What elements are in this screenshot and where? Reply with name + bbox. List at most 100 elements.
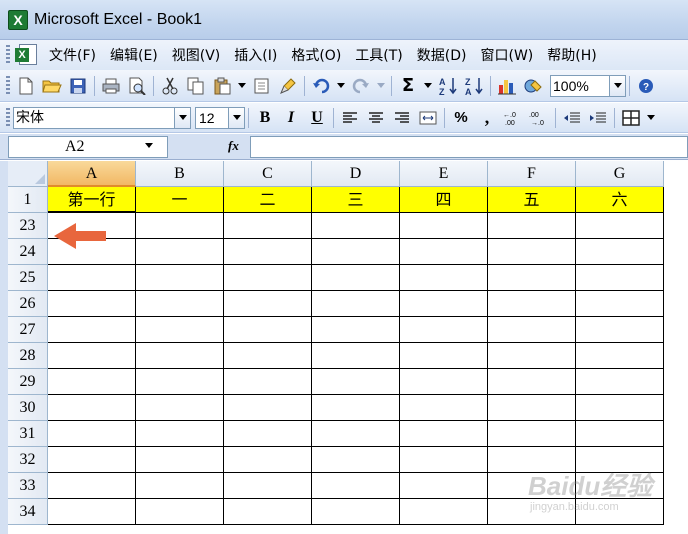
cell-c32[interactable] bbox=[224, 447, 312, 473]
cell-g23[interactable] bbox=[576, 213, 664, 239]
save-icon[interactable] bbox=[67, 75, 89, 97]
name-box[interactable]: A2 bbox=[8, 136, 168, 158]
cell-f24[interactable] bbox=[488, 239, 576, 265]
cell-a28[interactable] bbox=[48, 343, 136, 369]
cell-f26[interactable] bbox=[488, 291, 576, 317]
cell-e28[interactable] bbox=[400, 343, 488, 369]
redo-dropdown-arrow-icon[interactable] bbox=[377, 83, 385, 88]
cell-g31[interactable] bbox=[576, 421, 664, 447]
cell-d32[interactable] bbox=[312, 447, 400, 473]
cell-b32[interactable] bbox=[136, 447, 224, 473]
cell-c31[interactable] bbox=[224, 421, 312, 447]
autosum-icon[interactable]: Σ bbox=[397, 75, 419, 97]
cell-e24[interactable] bbox=[400, 239, 488, 265]
merge-center-icon[interactable] bbox=[417, 107, 439, 129]
cell-b30[interactable] bbox=[136, 395, 224, 421]
cell-g25[interactable] bbox=[576, 265, 664, 291]
toolbar-grip-handle[interactable] bbox=[6, 107, 10, 128]
row-header-33[interactable]: 33 bbox=[8, 473, 48, 499]
cell-g1[interactable]: 六 bbox=[576, 187, 664, 213]
cell-f29[interactable] bbox=[488, 369, 576, 395]
cell-b27[interactable] bbox=[136, 317, 224, 343]
cell-e29[interactable] bbox=[400, 369, 488, 395]
row-header-1[interactable]: 1 bbox=[8, 187, 48, 213]
menu-data[interactable]: 数据(D) bbox=[417, 45, 467, 65]
underline-button[interactable]: U bbox=[305, 107, 329, 129]
cut-icon[interactable] bbox=[159, 75, 181, 97]
cell-g30[interactable] bbox=[576, 395, 664, 421]
cell-d31[interactable] bbox=[312, 421, 400, 447]
cell-a32[interactable] bbox=[48, 447, 136, 473]
workbook-icon[interactable]: X bbox=[13, 43, 39, 67]
menubar-grip-handle[interactable] bbox=[6, 45, 10, 65]
column-header-f[interactable]: F bbox=[488, 161, 576, 187]
row-header-32[interactable]: 32 bbox=[8, 447, 48, 473]
open-folder-icon[interactable] bbox=[41, 75, 63, 97]
row-header-28[interactable]: 28 bbox=[8, 343, 48, 369]
column-header-g[interactable]: G bbox=[576, 161, 664, 187]
row-header-31[interactable]: 31 bbox=[8, 421, 48, 447]
zoom-input[interactable]: 100% bbox=[550, 74, 610, 97]
menu-format[interactable]: 格式(O) bbox=[291, 45, 341, 65]
cell-g29[interactable] bbox=[576, 369, 664, 395]
column-header-a[interactable]: A bbox=[48, 161, 136, 187]
autosum-dropdown-arrow-icon[interactable] bbox=[424, 83, 432, 88]
toolbar-grip-handle[interactable] bbox=[6, 75, 10, 96]
print-icon[interactable] bbox=[100, 75, 122, 97]
column-header-c[interactable]: C bbox=[224, 161, 312, 187]
row-header-29[interactable]: 29 bbox=[8, 369, 48, 395]
font-size-input[interactable]: 12 bbox=[195, 106, 229, 129]
cell-e25[interactable] bbox=[400, 265, 488, 291]
cell-f31[interactable] bbox=[488, 421, 576, 447]
cell-b26[interactable] bbox=[136, 291, 224, 317]
cell-b23[interactable] bbox=[136, 213, 224, 239]
cell-b25[interactable] bbox=[136, 265, 224, 291]
cell-d23[interactable] bbox=[312, 213, 400, 239]
cell-c30[interactable] bbox=[224, 395, 312, 421]
menu-insert[interactable]: 插入(I) bbox=[234, 45, 277, 65]
cell-e26[interactable] bbox=[400, 291, 488, 317]
cell-c25[interactable] bbox=[224, 265, 312, 291]
cell-f28[interactable] bbox=[488, 343, 576, 369]
brush-icon[interactable] bbox=[277, 75, 299, 97]
paste-dropdown-arrow-icon[interactable] bbox=[238, 83, 246, 88]
excel-app-icon[interactable]: X bbox=[8, 9, 28, 30]
cell-a34[interactable] bbox=[48, 499, 136, 525]
cell-g28[interactable] bbox=[576, 343, 664, 369]
row-header-30[interactable]: 30 bbox=[8, 395, 48, 421]
formula-input[interactable] bbox=[250, 136, 688, 158]
cell-c34[interactable] bbox=[224, 499, 312, 525]
cell-f1[interactable]: 五 bbox=[488, 187, 576, 213]
column-header-b[interactable]: B bbox=[136, 161, 224, 187]
cell-a27[interactable] bbox=[48, 317, 136, 343]
menu-edit[interactable]: 编辑(E) bbox=[110, 45, 158, 65]
menu-window[interactable]: 窗口(W) bbox=[481, 45, 534, 65]
cell-a1[interactable]: 第一行 bbox=[48, 187, 136, 213]
cell-c24[interactable] bbox=[224, 239, 312, 265]
increase-indent-icon[interactable] bbox=[587, 107, 609, 129]
cell-e1[interactable]: 四 bbox=[400, 187, 488, 213]
cell-b34[interactable] bbox=[136, 499, 224, 525]
menu-help[interactable]: 帮助(H) bbox=[547, 45, 596, 65]
chart-wizard-icon[interactable] bbox=[496, 75, 518, 97]
print-preview-icon[interactable] bbox=[126, 75, 148, 97]
cell-d30[interactable] bbox=[312, 395, 400, 421]
format-painter-icon[interactable] bbox=[251, 75, 273, 97]
row-header-25[interactable]: 25 bbox=[8, 265, 48, 291]
cell-d26[interactable] bbox=[312, 291, 400, 317]
sort-ascending-icon[interactable]: AZ bbox=[437, 75, 459, 97]
bold-button[interactable]: B bbox=[253, 107, 277, 129]
cell-b1[interactable]: 一 bbox=[136, 187, 224, 213]
cell-a33[interactable] bbox=[48, 473, 136, 499]
align-left-icon[interactable] bbox=[339, 107, 361, 129]
font-name-input[interactable]: 宋体 bbox=[13, 106, 175, 129]
paste-icon[interactable] bbox=[211, 75, 233, 97]
cell-b29[interactable] bbox=[136, 369, 224, 395]
cell-d28[interactable] bbox=[312, 343, 400, 369]
cell-c27[interactable] bbox=[224, 317, 312, 343]
borders-icon[interactable] bbox=[620, 107, 642, 129]
column-header-d[interactable]: D bbox=[312, 161, 400, 187]
cell-e34[interactable] bbox=[400, 499, 488, 525]
cell-e27[interactable] bbox=[400, 317, 488, 343]
drawing-icon[interactable] bbox=[522, 75, 544, 97]
